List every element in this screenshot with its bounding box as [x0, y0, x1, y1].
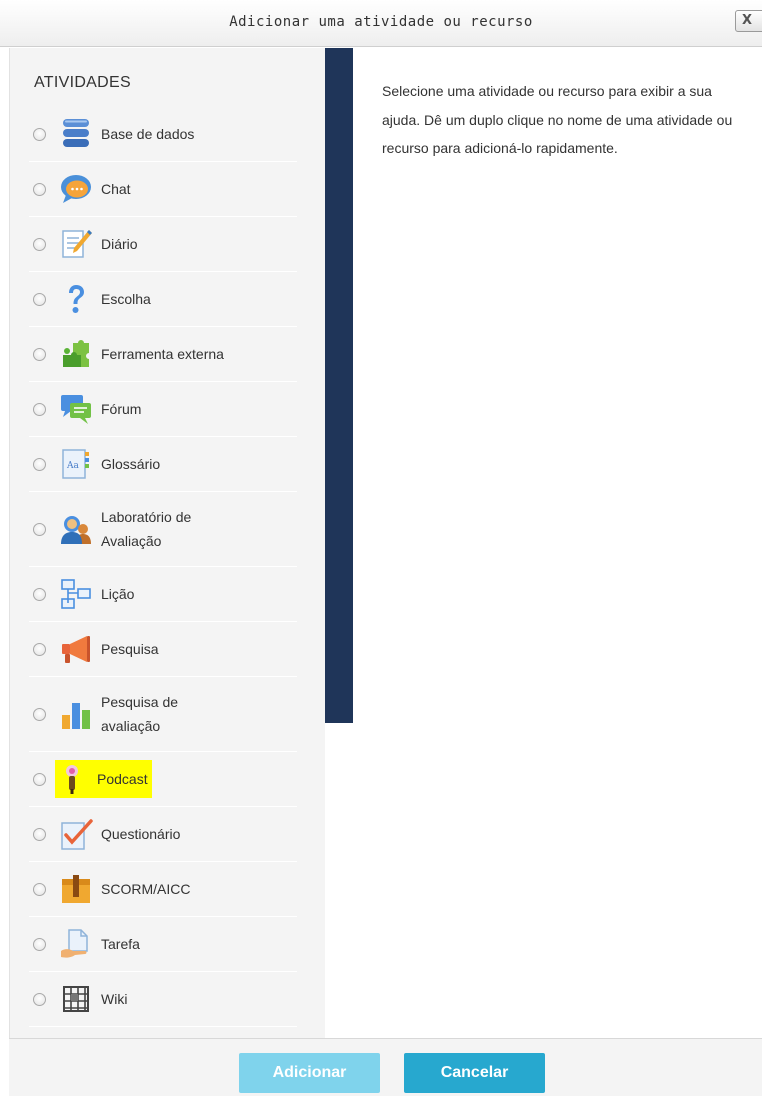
radio-button[interactable]: [33, 347, 46, 361]
activity-label: Tarefa: [101, 936, 140, 952]
radio-button[interactable]: [33, 127, 46, 141]
workshop-icon: [61, 516, 91, 544]
wiki-icon: [63, 986, 89, 1012]
radio-button[interactable]: [33, 772, 46, 786]
radio-button[interactable]: [33, 937, 46, 951]
cancel-button[interactable]: Cancelar: [404, 1053, 545, 1093]
megaphone-icon: [62, 636, 90, 663]
panel-separator: [325, 48, 353, 723]
activity-option-assignment[interactable]: Tarefa: [29, 917, 297, 972]
activity-label: Diário: [101, 236, 138, 252]
activity-option-podcast[interactable]: Podcast: [29, 752, 297, 807]
microphone-icon: [66, 765, 78, 794]
dialog-title-bar: Adicionar uma atividade ou recurso X: [0, 0, 762, 47]
activity-label: Base de dados: [101, 126, 195, 142]
add-button[interactable]: Adicionar: [239, 1053, 380, 1093]
radio-button[interactable]: [33, 402, 46, 416]
package-icon: [62, 875, 90, 903]
lesson-icon: [61, 579, 91, 609]
assignment-icon: [61, 929, 88, 958]
chat-icon: [61, 175, 91, 203]
activity-label: Escolha: [101, 291, 151, 307]
radio-button[interactable]: [33, 237, 46, 251]
activity-option-choice[interactable]: Escolha: [29, 272, 297, 327]
radio-button[interactable]: [33, 457, 46, 471]
activity-option-workshop[interactable]: Laboratório de Avaliação: [29, 492, 297, 567]
activity-label: SCORM/AICC: [101, 881, 191, 897]
activity-option-survey[interactable]: Pesquisa: [29, 622, 297, 677]
activity-label: Ferramenta externa: [101, 346, 224, 362]
radio-button[interactable]: [33, 182, 46, 196]
activity-label: Pesquisa de avaliação: [101, 694, 179, 734]
activity-option-external-tool[interactable]: Ferramenta externa: [29, 327, 297, 382]
radio-button[interactable]: [33, 522, 46, 536]
glossary-icon: Aa: [62, 449, 89, 479]
activity-label: Pesquisa: [101, 641, 159, 657]
radio-button[interactable]: [33, 827, 46, 841]
quiz-icon: [61, 819, 93, 850]
activity-option-quiz[interactable]: Questionário: [29, 807, 297, 862]
radio-button[interactable]: [33, 587, 46, 601]
activity-options: Base de dados Chat Diário Escolha Ferram…: [29, 107, 297, 1027]
puzzle-icon: [63, 340, 89, 367]
radio-button[interactable]: [33, 882, 46, 896]
activity-option-glossary[interactable]: Aa Glossário: [29, 437, 297, 492]
dialog-footer: Adicionar Cancelar: [9, 1038, 762, 1096]
activity-label: Chat: [101, 181, 131, 197]
activity-label: Glossário: [101, 456, 161, 472]
radio-button[interactable]: [33, 292, 46, 306]
database-icon: [63, 119, 89, 147]
activity-list-panel: ATIVIDADES Base de dados Chat Diário Esc…: [9, 48, 325, 1038]
highlight-marker: Podcast: [55, 760, 152, 798]
activity-option-journal[interactable]: Diário: [29, 217, 297, 272]
help-text: Selecione uma atividade ou recurso para …: [382, 83, 733, 156]
svg-text:Aa: Aa: [66, 461, 79, 471]
activity-label: Wiki: [101, 991, 128, 1007]
activity-option-wiki[interactable]: Wiki: [29, 972, 297, 1027]
activity-option-lesson[interactable]: Lição: [29, 567, 297, 622]
radio-button[interactable]: [33, 707, 46, 721]
activity-option-feedback[interactable]: Pesquisa de avaliação: [29, 677, 297, 752]
activity-option-scorm[interactable]: SCORM/AICC: [29, 862, 297, 917]
activity-label: Laboratório de Avaliação: [101, 509, 192, 549]
section-heading-activities: ATIVIDADES: [34, 74, 131, 91]
forum-icon: [61, 395, 91, 424]
activity-label: Lição: [101, 586, 135, 602]
radio-button[interactable]: [33, 642, 46, 656]
activity-label: Podcast: [95, 767, 152, 791]
question-icon: [69, 285, 84, 313]
dialog-title: Adicionar uma atividade ou recurso: [229, 14, 533, 30]
activity-option-database[interactable]: Base de dados: [29, 107, 297, 162]
radio-button[interactable]: [33, 992, 46, 1006]
activity-option-chat[interactable]: Chat: [29, 162, 297, 217]
journal-icon: [62, 230, 92, 258]
activity-option-forum[interactable]: Fórum: [29, 382, 297, 437]
activity-label: Fórum: [101, 401, 142, 417]
bar-chart-icon: [62, 703, 90, 729]
activity-label: Questionário: [101, 826, 181, 842]
close-button[interactable]: X: [735, 10, 762, 32]
